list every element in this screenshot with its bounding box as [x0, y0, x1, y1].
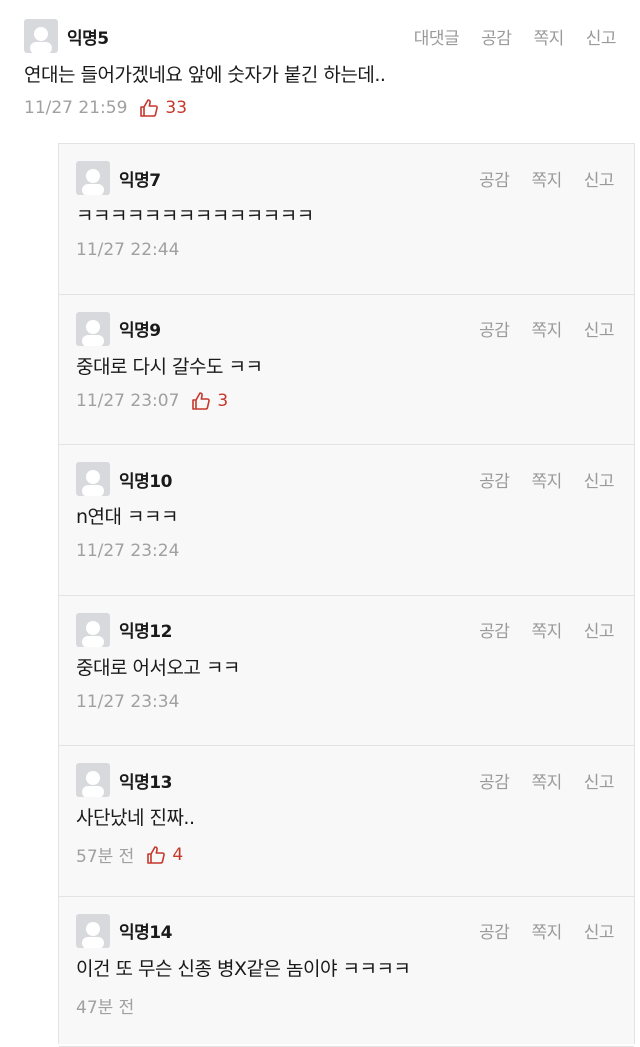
nickname: 익명14: [119, 918, 172, 943]
reply-header: 익명7 공감 쪽지 신고: [76, 160, 614, 196]
message-button[interactable]: 쪽지: [533, 24, 563, 49]
reply-item: 익명13 공감 쪽지 신고 사단났네 진짜.. 57분 전 4: [59, 746, 634, 897]
report-button[interactable]: 신고: [584, 316, 614, 341]
reply-text: n연대 ㅋㅋㅋ: [76, 504, 614, 530]
avatar: [24, 19, 58, 53]
default-avatar-icon: [76, 161, 110, 195]
nickname: 익명13: [119, 768, 172, 793]
like-button[interactable]: 공감: [479, 918, 509, 943]
comment-actions: 대댓글 공감 쪽지 신고: [392, 24, 616, 49]
message-button[interactable]: 쪽지: [531, 166, 561, 191]
reply-meta: 11/27 23:34: [76, 692, 614, 712]
reply-list: 익명7 공감 쪽지 신고 ㅋㅋㅋㅋㅋㅋㅋㅋㅋㅋㅋㅋㅋㅋ 11/27 22:44 …: [58, 143, 635, 1044]
avatar: [76, 914, 110, 948]
like-count-value: 3: [217, 391, 228, 411]
reply-header: 익명14 공감 쪽지 신고: [76, 913, 614, 949]
reply-time: 11/27 22:44: [76, 240, 179, 260]
report-button[interactable]: 신고: [584, 467, 614, 492]
reply-time: 11/27 23:34: [76, 692, 179, 712]
reply-actions: 공감 쪽지 신고: [457, 166, 614, 191]
like-button[interactable]: 공감: [479, 467, 509, 492]
reply-text: ㅋㅋㅋㅋㅋㅋㅋㅋㅋㅋㅋㅋㅋㅋ: [76, 203, 614, 229]
default-avatar-icon: [76, 462, 110, 496]
reply-header: 익명10 공감 쪽지 신고: [76, 461, 614, 497]
like-button[interactable]: 공감: [479, 768, 509, 793]
reply-actions: 공감 쪽지 신고: [457, 467, 614, 492]
reply-text: 이건 또 무슨 신종 병X같은 놈이야 ㅋㅋㅋㅋ: [76, 956, 614, 982]
like-button[interactable]: 공감: [479, 316, 509, 341]
like-count: 4: [146, 845, 183, 865]
reply-meta: 11/27 22:44: [76, 240, 614, 260]
reply-text: 사단났네 진짜..: [76, 805, 614, 831]
avatar: [76, 763, 110, 797]
reply-button[interactable]: 대댓글: [414, 24, 459, 49]
reply-actions: 공감 쪽지 신고: [457, 316, 614, 341]
reply-actions: 공감 쪽지 신고: [457, 768, 614, 793]
report-button[interactable]: 신고: [584, 166, 614, 191]
like-count-value: 33: [165, 98, 187, 118]
reply-actions: 공감 쪽지 신고: [457, 617, 614, 642]
thumbs-up-icon: [191, 391, 211, 411]
reply-text: 중대로 다시 갈수도 ㅋㅋ: [76, 354, 614, 380]
comment-text: 연대는 들어가겠네요 앞에 숫자가 붙긴 하는데..: [24, 62, 616, 88]
like-count: 3: [191, 391, 228, 411]
default-avatar-icon: [76, 763, 110, 797]
message-button[interactable]: 쪽지: [531, 617, 561, 642]
nickname: 익명7: [119, 166, 161, 191]
reply-item: 익명12 공감 쪽지 신고 중대로 어서오고 ㅋㅋ 11/27 23:34: [59, 596, 634, 747]
reply-meta: 57분 전 4: [76, 842, 614, 867]
default-avatar-icon: [76, 312, 110, 346]
avatar: [76, 161, 110, 195]
like-button[interactable]: 공감: [481, 24, 511, 49]
default-avatar-icon: [24, 19, 58, 53]
thumbs-up-icon: [139, 98, 159, 118]
nickname: 익명10: [119, 467, 172, 492]
avatar: [76, 613, 110, 647]
like-count-value: 4: [172, 845, 183, 865]
like-count: 33: [139, 98, 187, 118]
reply-item: 익명14 공감 쪽지 신고 이건 또 무슨 신종 병X같은 놈이야 ㅋㅋㅋㅋ 4…: [59, 897, 634, 1047]
reply-item: 익명9 공감 쪽지 신고 중대로 다시 갈수도 ㅋㅋ 11/27 23:07 3: [59, 295, 634, 446]
message-button[interactable]: 쪽지: [531, 768, 561, 793]
comment-header: 익명5 대댓글 공감 쪽지 신고: [24, 18, 616, 54]
report-button[interactable]: 신고: [586, 24, 616, 49]
avatar: [76, 312, 110, 346]
reply-time: 11/27 23:24: [76, 541, 179, 561]
reply-time: 11/27 23:07: [76, 391, 179, 411]
reply-item: 익명10 공감 쪽지 신고 n연대 ㅋㅋㅋ 11/27 23:24: [59, 445, 634, 596]
avatar: [76, 462, 110, 496]
reply-meta: 11/27 23:07 3: [76, 391, 614, 411]
nickname: 익명12: [119, 617, 172, 642]
like-button[interactable]: 공감: [479, 166, 509, 191]
reply-header: 익명13 공감 쪽지 신고: [76, 762, 614, 798]
report-button[interactable]: 신고: [584, 617, 614, 642]
default-avatar-icon: [76, 613, 110, 647]
message-button[interactable]: 쪽지: [531, 467, 561, 492]
thumbs-up-icon: [146, 845, 166, 865]
comment-item: 익명5 대댓글 공감 쪽지 신고 연대는 들어가겠네요 앞에 숫자가 붙긴 하는…: [0, 0, 640, 142]
nickname: 익명9: [119, 316, 161, 341]
reply-header: 익명12 공감 쪽지 신고: [76, 612, 614, 648]
default-avatar-icon: [76, 914, 110, 948]
comment-time: 11/27 21:59: [24, 98, 127, 118]
reply-text: 중대로 어서오고 ㅋㅋ: [76, 655, 614, 681]
report-button[interactable]: 신고: [584, 918, 614, 943]
reply-actions: 공감 쪽지 신고: [457, 918, 614, 943]
reply-meta: 11/27 23:24: [76, 541, 614, 561]
message-button[interactable]: 쪽지: [531, 918, 561, 943]
like-button[interactable]: 공감: [479, 617, 509, 642]
reply-header: 익명9 공감 쪽지 신고: [76, 311, 614, 347]
reply-time: 57분 전: [76, 842, 134, 867]
nickname: 익명5: [67, 24, 109, 49]
reply-meta: 47분 전: [76, 993, 614, 1018]
reply-item: 익명7 공감 쪽지 신고 ㅋㅋㅋㅋㅋㅋㅋㅋㅋㅋㅋㅋㅋㅋ 11/27 22:44: [59, 144, 634, 295]
message-button[interactable]: 쪽지: [531, 316, 561, 341]
reply-time: 47분 전: [76, 993, 134, 1018]
report-button[interactable]: 신고: [584, 768, 614, 793]
comment-meta: 11/27 21:59 33: [24, 98, 616, 118]
